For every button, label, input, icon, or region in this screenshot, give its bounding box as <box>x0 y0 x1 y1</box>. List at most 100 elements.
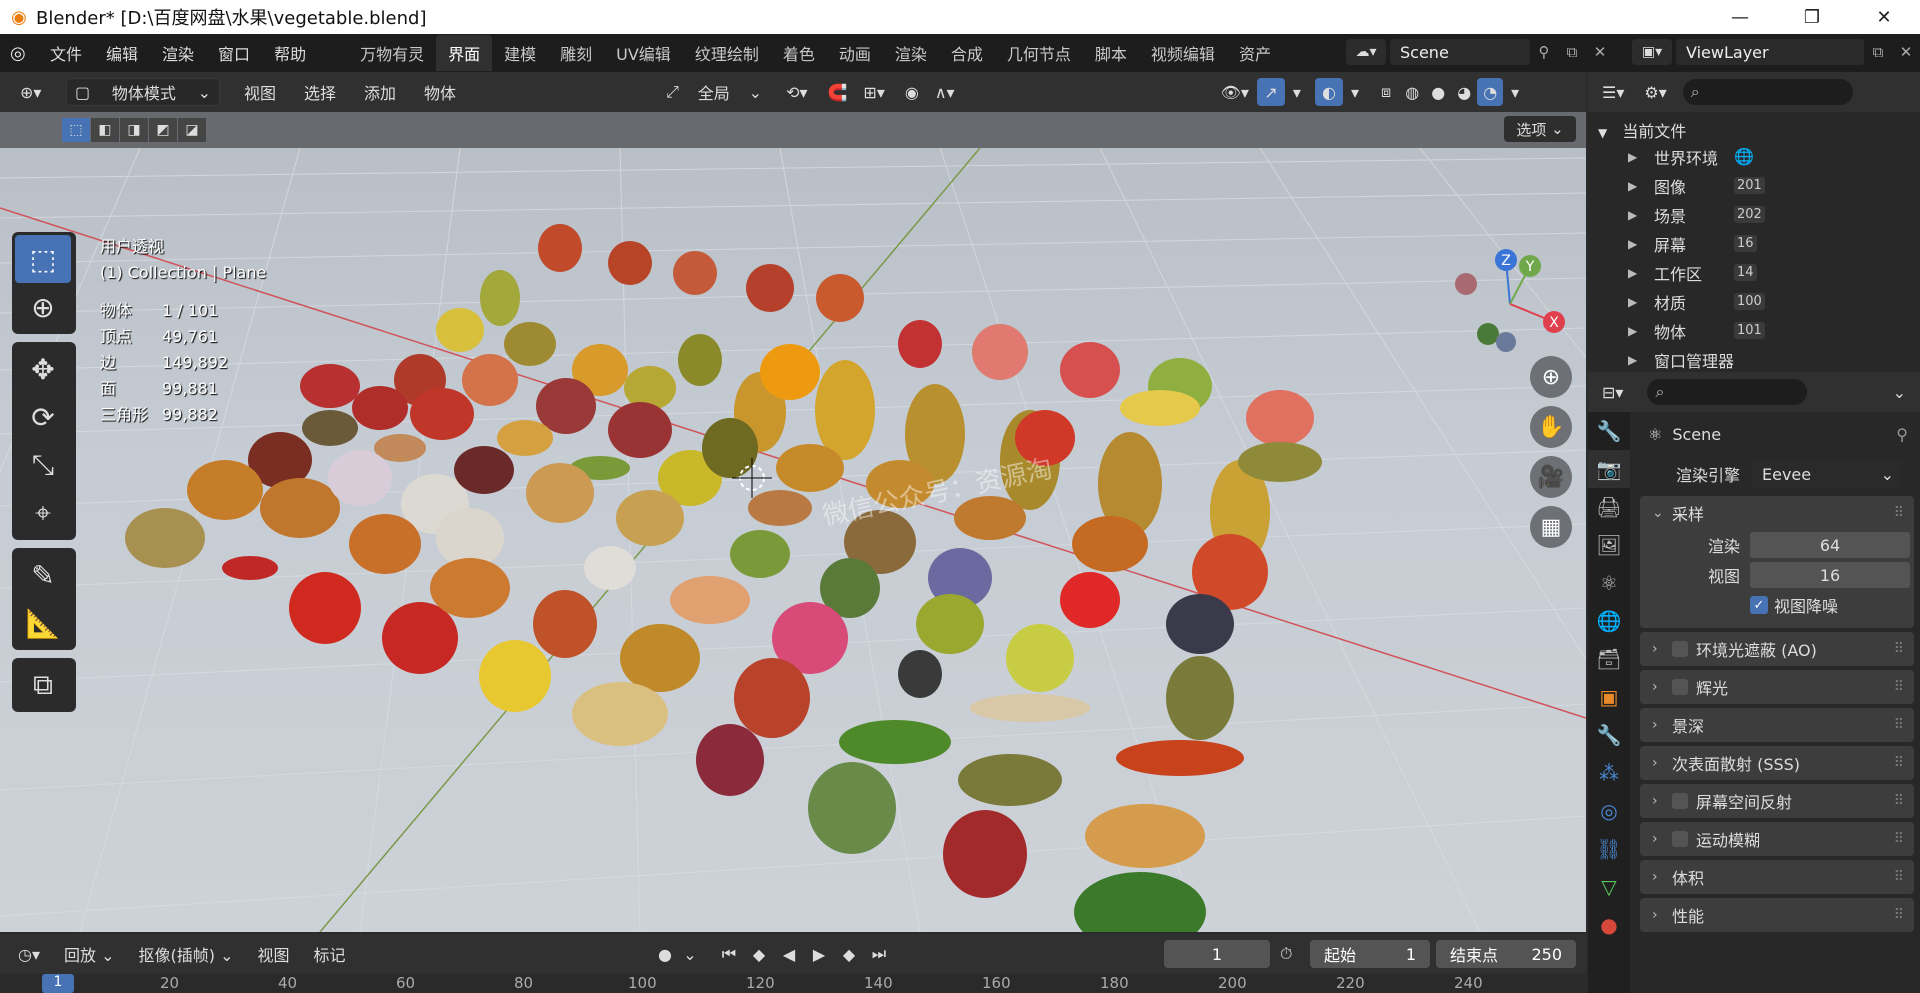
outliner-search-input[interactable]: ⌕ <box>1682 79 1853 105</box>
outliner-item[interactable]: ▶ 图像 201 <box>1588 171 1920 200</box>
jump-start-icon[interactable]: ⏮ <box>714 940 744 968</box>
minimize-button[interactable]: — <box>1704 0 1776 34</box>
rotate-tool[interactable]: ⟳ <box>15 393 71 441</box>
tab-workspace[interactable]: 几何节点 <box>995 35 1083 71</box>
close-button[interactable]: ✕ <box>1848 0 1920 34</box>
properties-search-input[interactable]: ⌕ <box>1647 379 1808 405</box>
grid-ortho-icon[interactable]: ▦ <box>1530 506 1572 548</box>
view-layer-tab-icon[interactable]: 🖼 <box>1588 526 1630 564</box>
menu-file[interactable]: 文件 <box>38 41 94 65</box>
end-frame-field[interactable]: 结束点 250 <box>1436 940 1576 968</box>
menu-help[interactable]: 帮助 <box>262 41 318 65</box>
pin-icon[interactable]: ⚲ <box>1896 425 1908 444</box>
render-engine-dropdown[interactable]: Eevee ⌄ <box>1752 460 1902 488</box>
tab-workspace[interactable]: 视频编辑 <box>1139 35 1227 71</box>
output-tab-icon[interactable]: 🖨 <box>1588 488 1630 526</box>
cursor-tool[interactable]: ⊕ <box>15 283 71 331</box>
transform-orientation-dropdown[interactable]: ⤢ 全局 ⌄ <box>658 78 770 106</box>
pivot-point-icon[interactable]: ⟲▾ <box>778 78 815 106</box>
restore-button[interactable]: ❐ <box>1776 0 1848 34</box>
snap-icon[interactable]: 🧲 <box>820 78 856 106</box>
data-tab-icon[interactable]: ▽ <box>1588 868 1630 906</box>
drag-handle-icon[interactable]: ⠿ <box>1894 679 1904 695</box>
timeline-menu-view[interactable]: 视图 <box>246 942 302 966</box>
annotate-tool[interactable]: ✎ <box>15 551 71 599</box>
new-scene-icon[interactable]: ⧉ <box>1558 43 1586 61</box>
drag-handle-icon[interactable]: ⠿ <box>1894 717 1904 733</box>
material-tab-icon[interactable]: ● <box>1588 906 1630 944</box>
sampling-panel-header[interactable]: ⌄ 采样 ⠿ <box>1640 496 1914 530</box>
chevron-down-icon[interactable]: ⌄ <box>1893 383 1906 402</box>
add-cube-tool[interactable]: ⧉ <box>15 661 71 709</box>
ao-checkbox[interactable] <box>1672 641 1688 657</box>
world-tab-icon[interactable]: 🌐 <box>1588 602 1630 640</box>
material-shading-icon[interactable]: ◕ <box>1451 78 1477 106</box>
options-dropdown[interactable]: 选项 ⌄ <box>1504 116 1576 142</box>
drag-handle-icon[interactable]: ⠿ <box>1894 755 1904 771</box>
display-mode-icon[interactable]: ⚙▾ <box>1644 83 1666 102</box>
start-frame-field[interactable]: 起始 1 <box>1310 940 1430 968</box>
denoise-checkbox[interactable]: ✓ <box>1750 596 1768 614</box>
next-key-icon[interactable]: ◆ <box>834 940 864 968</box>
tab-workspace[interactable]: 着色 <box>771 35 827 71</box>
clock-editor-icon[interactable]: ◷▾ <box>6 945 52 964</box>
select-subtract-icon[interactable]: ◨ <box>120 118 148 142</box>
playback-dropdown[interactable]: 回放 ⌄ <box>52 942 127 966</box>
panel-ao[interactable]: › 环境光遮蔽 (AO) ⠿ <box>1640 632 1914 666</box>
tab-workspace[interactable]: 纹理绘制 <box>683 35 771 71</box>
select-invert-icon[interactable]: ◩ <box>149 118 177 142</box>
tab-workspace[interactable]: 万物有灵 <box>348 35 436 71</box>
solid-shading-icon[interactable]: ● <box>1425 78 1451 106</box>
panel-dof[interactable]: › 景深 ⠿ <box>1640 708 1914 742</box>
pin-icon[interactable]: ⚲ <box>1530 43 1558 61</box>
scene-tab-icon[interactable]: ⚛ <box>1588 564 1630 602</box>
panel-motion-blur[interactable]: › 运动模糊 ⠿ <box>1640 822 1914 856</box>
select-intersect-icon[interactable]: ◪ <box>178 118 206 142</box>
constraints-tab-icon[interactable]: ⛓ <box>1588 830 1630 868</box>
outliner-item[interactable]: ▶ 场景 202 <box>1588 200 1920 229</box>
proportional-edit-icon[interactable]: ◉ <box>897 78 927 106</box>
wireframe-shading-icon[interactable]: ◍ <box>1399 78 1425 106</box>
physics-tab-icon[interactable]: ◎ <box>1588 792 1630 830</box>
play-icon[interactable]: ▶ <box>804 940 834 968</box>
snap-target-icon[interactable]: ⊞▾ <box>855 78 892 106</box>
overlay-dropdown-icon[interactable]: ▾ <box>1343 78 1367 106</box>
tab-workspace[interactable]: 脚本 <box>1083 35 1139 71</box>
outliner-item[interactable]: ▶ 材质 100 <box>1588 287 1920 316</box>
properties-editor-icon[interactable]: ⊟▾ <box>1602 383 1623 402</box>
3d-viewport[interactable]: ⊕▾ ▢ 物体模式 ⌄ 视图 选择 添加 物体 ⤢ 全局 ⌄ ⟲▾ 🧲 ⊞▾ ◉… <box>0 72 1586 932</box>
stopwatch-icon[interactable]: ⏱ <box>1280 944 1292 964</box>
select-box-tool[interactable]: ⬚ <box>15 235 71 283</box>
tab-workspace[interactable]: 雕刻 <box>548 35 604 71</box>
drag-handle-icon[interactable]: ⠿ <box>1894 641 1904 657</box>
drag-handle-icon[interactable]: ⠿ <box>1894 505 1904 521</box>
tab-workspace[interactable]: 界面 <box>436 35 493 71</box>
panel-bloom[interactable]: › 辉光 ⠿ <box>1640 670 1914 704</box>
gizmo-toggle-icon[interactable]: ↗ <box>1256 78 1285 106</box>
scene-name-field[interactable]: Scene <box>1390 39 1530 65</box>
outliner-root[interactable]: ▼ 当前文件 <box>1588 112 1920 142</box>
drag-handle-icon[interactable]: ⠿ <box>1894 831 1904 847</box>
blender-menu-icon[interactable]: ◎ <box>10 43 38 64</box>
keying-dropdown[interactable]: 抠像(插帧) ⌄ <box>127 942 246 966</box>
render-samples-field[interactable]: 64 <box>1750 532 1910 558</box>
chevron-down-icon[interactable]: ⌄ <box>680 940 700 968</box>
select-extend-icon[interactable]: ◧ <box>91 118 119 142</box>
camera-icon[interactable]: 🎥 <box>1530 456 1572 498</box>
viewport-menu-object[interactable]: 物体 <box>410 80 470 104</box>
falloff-icon[interactable]: ∧▾ <box>927 78 963 106</box>
xray-icon[interactable]: ⧈ <box>1373 78 1399 106</box>
scale-tool[interactable]: ⤡ <box>15 441 71 489</box>
editor-type-icon[interactable]: ⊕▾ <box>12 78 56 106</box>
viewport-menu-view[interactable]: 视图 <box>230 80 290 104</box>
visibility-icon[interactable]: 👁▾ <box>1213 78 1257 106</box>
zoom-icon[interactable]: ⊕ <box>1530 356 1572 398</box>
tab-workspace[interactable]: 资产 <box>1227 35 1283 71</box>
drag-handle-icon[interactable]: ⠿ <box>1894 907 1904 923</box>
render-tab-icon[interactable]: 📷 <box>1588 450 1630 488</box>
menu-render[interactable]: 渲染 <box>150 41 206 65</box>
tool-tab-icon[interactable]: 🔧 <box>1588 412 1630 450</box>
new-viewlayer-icon[interactable]: ⧉ <box>1864 43 1892 61</box>
timeline-menu-marker[interactable]: 标记 <box>302 942 358 966</box>
measure-tool[interactable]: 📐 <box>15 599 71 647</box>
